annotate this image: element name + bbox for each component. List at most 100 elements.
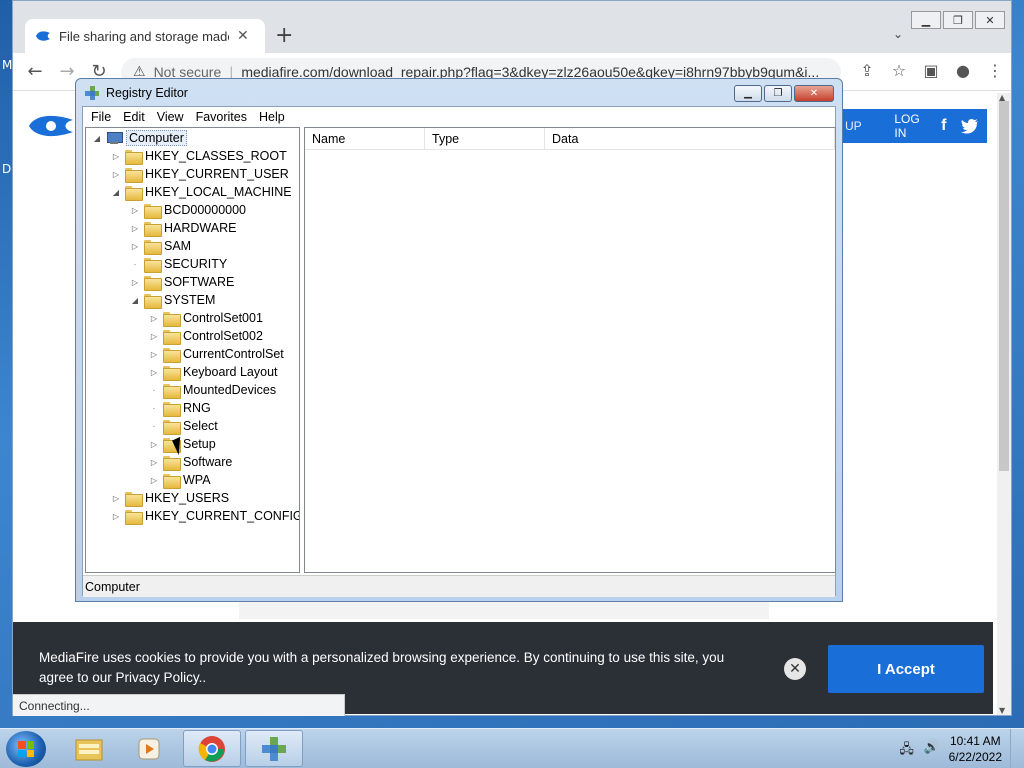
side-panel-icon[interactable]: ▣ (921, 61, 941, 80)
expand-arrow-icon[interactable]: ▷ (149, 476, 159, 485)
regedit-titlebar[interactable]: Registry Editor ▁ ❐ ✕ (76, 79, 842, 107)
regedit-minimize-button[interactable]: ▁ (734, 85, 762, 102)
tree-node-system-software[interactable]: ▷ Software (149, 453, 232, 471)
tree-node-hkcc[interactable]: ▷ HKEY_CURRENT_CONFIG (111, 507, 299, 525)
menu-favorites[interactable]: Favorites (196, 110, 247, 124)
tree-node-label[interactable]: SYSTEM (164, 293, 215, 307)
collapse-arrow-icon[interactable]: ◢ (92, 134, 102, 143)
scrollbar-thumb[interactable] (999, 101, 1009, 471)
tree-node-currentcontrolset[interactable]: ▷ CurrentControlSet (149, 345, 284, 363)
maximize-button[interactable]: ❐ (943, 11, 973, 29)
expand-arrow-icon[interactable]: ▷ (149, 368, 159, 377)
taskbar-explorer[interactable] (60, 730, 118, 767)
close-button[interactable]: ✕ (975, 11, 1005, 29)
page-scrollbar[interactable]: ▲ ▼ (997, 93, 1011, 715)
menu-kebab-icon[interactable]: ⋮ (985, 61, 1005, 80)
tree-node-software[interactable]: ▷ SOFTWARE (130, 273, 234, 291)
tree-node-select[interactable]: · Select (149, 417, 218, 435)
tree-node-label[interactable]: BCD00000000 (164, 203, 246, 217)
collapse-arrow-icon[interactable]: ◢ (111, 188, 121, 197)
bookmark-star-icon[interactable]: ☆ (889, 61, 909, 80)
tree-node-label[interactable]: HKEY_CURRENT_USER (145, 167, 289, 181)
tree-node-bcd[interactable]: ▷ BCD00000000 (130, 201, 246, 219)
expand-arrow-icon[interactable]: ▷ (130, 224, 140, 233)
registry-values-list[interactable]: Name Type Data (304, 127, 836, 573)
tree-node-label[interactable]: HKEY_CURRENT_CONFIG (145, 509, 299, 523)
minimize-button[interactable]: ▁ (911, 11, 941, 29)
expand-arrow-icon[interactable]: ▷ (149, 350, 159, 359)
menu-view[interactable]: View (157, 110, 184, 124)
clock[interactable]: 10:41 AM 6/22/2022 (949, 733, 1002, 765)
expand-arrow-icon[interactable]: ▷ (111, 494, 121, 503)
network-icon[interactable]: 🖧 (899, 740, 914, 762)
browser-tab[interactable]: File sharing and storage made si ✕ (25, 19, 265, 53)
tree-node-label[interactable]: SAM (164, 239, 191, 253)
cookie-close-button[interactable]: ✕ (784, 658, 806, 680)
tree-node-label[interactable]: ControlSet002 (183, 329, 263, 343)
tree-node-label[interactable]: SOFTWARE (164, 275, 234, 289)
scroll-down-icon[interactable]: ▼ (999, 706, 1005, 715)
expand-arrow-icon[interactable]: ▷ (149, 332, 159, 341)
expand-arrow-icon[interactable]: ▷ (111, 512, 121, 521)
tree-node-hkcr[interactable]: ▷ HKEY_CLASSES_ROOT (111, 147, 287, 165)
tree-node-hardware[interactable]: ▷ HARDWARE (130, 219, 236, 237)
menu-help[interactable]: Help (259, 110, 285, 124)
collapse-arrow-icon[interactable]: ◢ (130, 296, 140, 305)
tree-node-wpa[interactable]: ▷ WPA (149, 471, 211, 489)
expand-arrow-icon[interactable]: ▷ (149, 458, 159, 467)
tree-node-label[interactable]: HKEY_CLASSES_ROOT (145, 149, 287, 163)
menu-file[interactable]: File (91, 110, 111, 124)
tree-node-sam[interactable]: ▷ SAM (130, 237, 191, 255)
tree-node-hklm[interactable]: ◢ HKEY_LOCAL_MACHINE (111, 183, 292, 201)
share-icon[interactable]: ⇪ (857, 61, 877, 80)
profile-icon[interactable]: ● (953, 61, 973, 80)
taskbar-regedit[interactable] (245, 730, 303, 767)
tree-node-label[interactable]: SECURITY (164, 257, 227, 271)
tree-node-mounteddevices[interactable]: · MountedDevices (149, 381, 276, 399)
start-button[interactable] (6, 731, 46, 767)
tree-node-keyboard-layout[interactable]: ▷ Keyboard Layout (149, 363, 278, 381)
back-icon[interactable]: ← (19, 61, 51, 82)
login-link[interactable]: LOG IN (894, 112, 926, 140)
signup-link[interactable]: UP (845, 119, 862, 133)
column-header-data[interactable]: Data (545, 128, 835, 150)
expand-arrow-icon[interactable]: ▷ (111, 152, 121, 161)
tree-node-label[interactable]: RNG (183, 401, 211, 415)
expand-arrow-icon[interactable]: ▷ (130, 242, 140, 251)
tree-node-computer[interactable]: ◢ Computer (92, 129, 187, 147)
registry-tree[interactable]: ◢ Computer ▷ HKEY_CLASSES_ROOT ▷ HKEY_CU… (85, 127, 300, 573)
tab-search-icon[interactable]: ⌄ (893, 27, 903, 41)
tree-node-controlset002[interactable]: ▷ ControlSet002 (149, 327, 263, 345)
tree-node-label[interactable]: Software (183, 455, 232, 469)
tree-node-hku[interactable]: ▷ HKEY_USERS (111, 489, 229, 507)
new-tab-button[interactable]: + (275, 23, 293, 48)
show-desktop-button[interactable] (1010, 729, 1024, 768)
tree-node-label[interactable]: Select (183, 419, 218, 433)
twitter-icon[interactable] (960, 117, 979, 135)
expand-arrow-icon[interactable]: ▷ (130, 206, 140, 215)
expand-arrow-icon[interactable]: ▷ (130, 278, 140, 287)
facebook-icon[interactable]: f (937, 117, 951, 135)
tree-node-label[interactable]: HKEY_USERS (145, 491, 229, 505)
column-header-type[interactable]: Type (425, 128, 545, 150)
regedit-maximize-button[interactable]: ❐ (764, 85, 792, 102)
tree-node-label[interactable]: Computer (126, 130, 187, 146)
taskbar-chrome[interactable] (183, 730, 241, 767)
tree-node-hkcu[interactable]: ▷ HKEY_CURRENT_USER (111, 165, 289, 183)
expand-arrow-icon[interactable]: ▷ (149, 314, 159, 323)
expand-arrow-icon[interactable]: ▷ (149, 440, 159, 449)
tree-node-system[interactable]: ◢ SYSTEM (130, 291, 215, 309)
tree-node-label[interactable]: CurrentControlSet (183, 347, 284, 361)
tree-node-label[interactable]: HARDWARE (164, 221, 236, 235)
tree-node-controlset001[interactable]: ▷ ControlSet001 (149, 309, 263, 327)
expand-arrow-icon[interactable]: ▷ (111, 170, 121, 179)
close-tab-icon[interactable]: ✕ (237, 28, 249, 44)
tree-node-label[interactable]: ControlSet001 (183, 311, 263, 325)
menu-edit[interactable]: Edit (123, 110, 145, 124)
accept-cookies-button[interactable]: I Accept (828, 645, 984, 693)
tree-node-label[interactable]: Setup (183, 437, 216, 451)
tree-node-label[interactable]: WPA (183, 473, 211, 487)
mediafire-logo-icon[interactable] (27, 113, 75, 139)
tree-node-security[interactable]: · SECURITY (130, 255, 227, 273)
tree-node-label[interactable]: Keyboard Layout (183, 365, 278, 379)
